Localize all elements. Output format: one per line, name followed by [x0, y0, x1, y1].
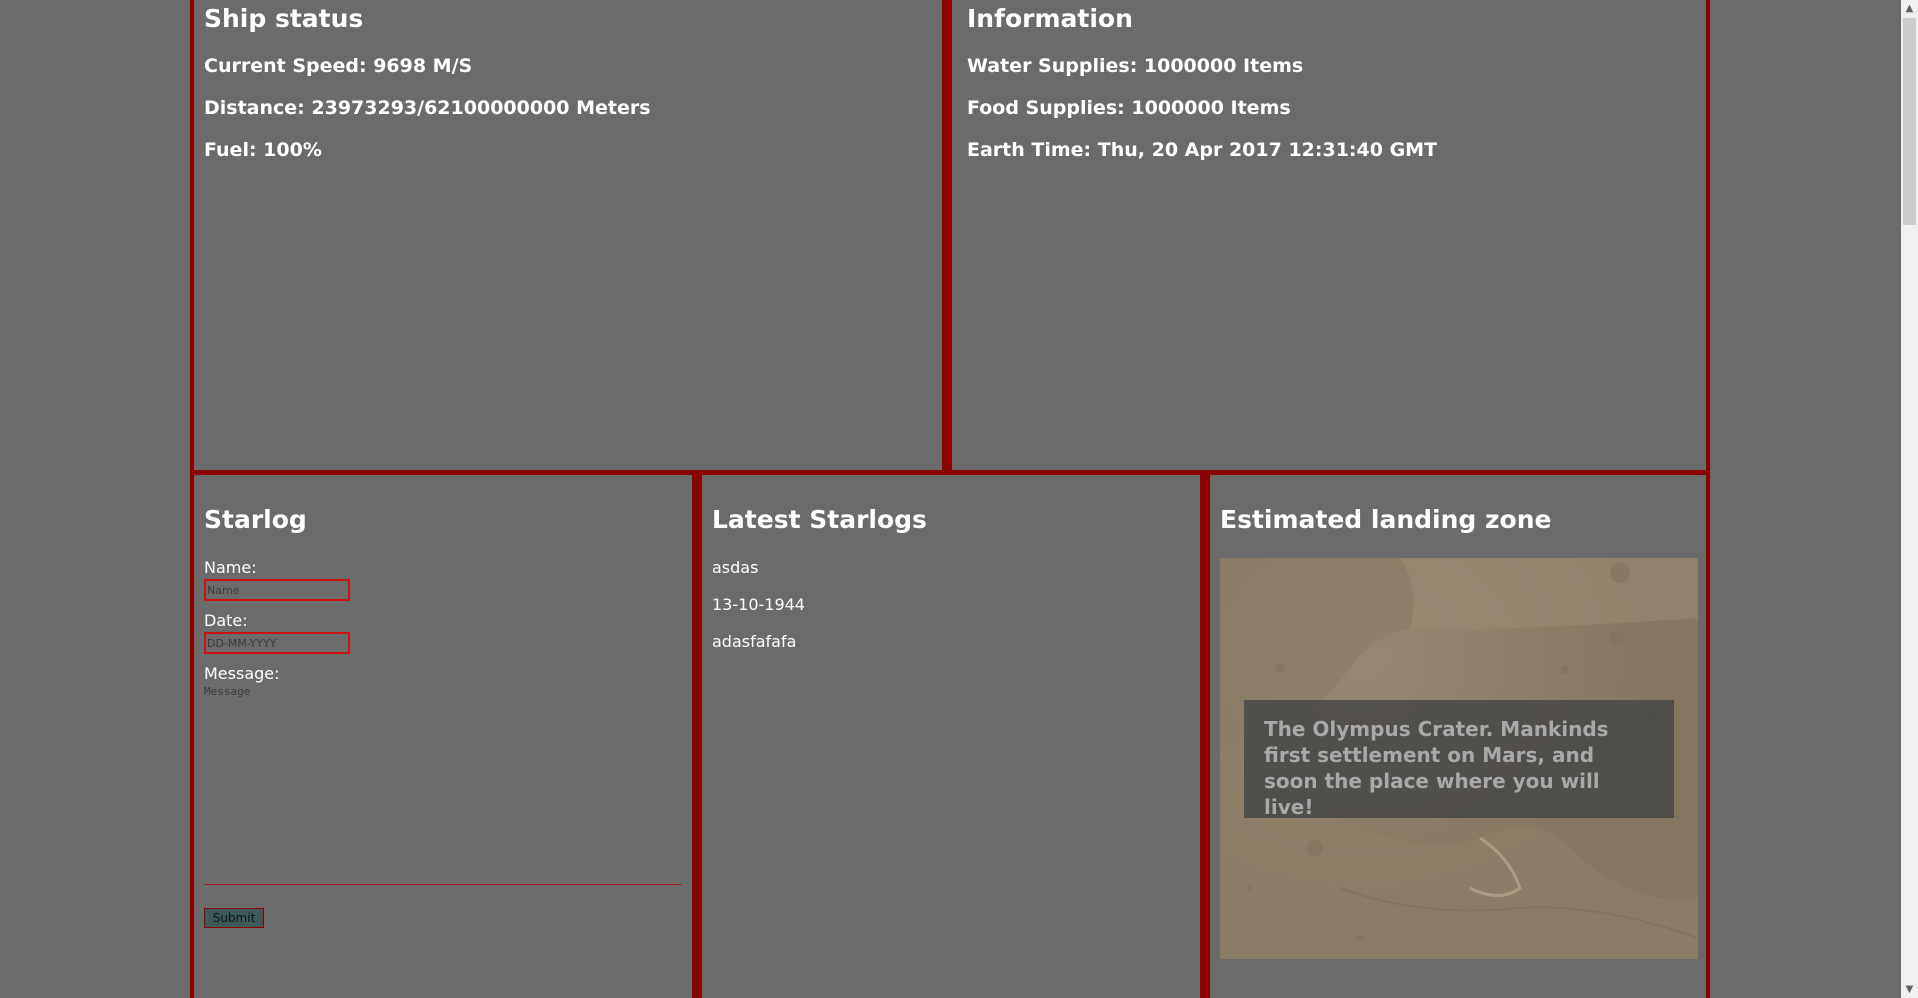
- submit-button[interactable]: Submit: [204, 908, 264, 928]
- message-label: Message:: [204, 664, 280, 683]
- scrollbar-thumb[interactable]: [1903, 18, 1916, 225]
- message-textarea[interactable]: [204, 685, 682, 885]
- landing-zone-caption: The Olympus Crater. Mankinds first settl…: [1244, 700, 1674, 819]
- date-input[interactable]: [204, 632, 350, 654]
- water-supplies: Water Supplies: 1000000 Items: [967, 55, 1304, 77]
- page-scrollbar[interactable]: ▲ ▼: [1901, 0, 1918, 998]
- earth-time: Earth Time: Thu, 20 Apr 2017 12:31:40 GM…: [967, 139, 1438, 161]
- information-panel: Information Water Supplies: 1000000 Item…: [947, 0, 1710, 475]
- chevron-up-icon[interactable]: ▲: [1901, 0, 1918, 17]
- page: Ship status Current Speed: 9698 M/S Dist…: [0, 0, 1918, 998]
- starlog-entry: adasfafafa: [712, 632, 797, 651]
- ship-status-title: Ship status: [204, 4, 364, 33]
- starlog-form-panel: Starlog Name: Date: Message: Submit: [190, 475, 697, 998]
- latest-starlogs-title: Latest Starlogs: [712, 505, 927, 534]
- landing-zone-panel: Estimated landing zone The Olympus Crate…: [1205, 475, 1710, 998]
- information-title: Information: [967, 4, 1133, 33]
- name-label: Name:: [204, 558, 257, 577]
- name-input[interactable]: [204, 579, 350, 601]
- food-supplies: Food Supplies: 1000000 Items: [967, 97, 1291, 119]
- chevron-down-icon[interactable]: ▼: [1901, 981, 1918, 998]
- ship-status-panel: Ship status Current Speed: 9698 M/S Dist…: [190, 0, 947, 475]
- mars-crater-image: The Olympus Crater. Mankinds first settl…: [1220, 558, 1698, 959]
- starlog-entry: 13-10-1944: [712, 595, 805, 614]
- latest-starlogs-panel: Latest Starlogs asdas 13-10-1944 adasfaf…: [697, 475, 1205, 998]
- starlog-entry: asdas: [712, 558, 759, 577]
- current-speed: Current Speed: 9698 M/S: [204, 55, 473, 77]
- date-label: Date:: [204, 611, 248, 630]
- landing-zone-title: Estimated landing zone: [1220, 505, 1552, 534]
- starlog-title: Starlog: [204, 505, 307, 534]
- fuel: Fuel: 100%: [204, 139, 322, 161]
- distance: Distance: 23973293/62100000000 Meters: [204, 97, 651, 119]
